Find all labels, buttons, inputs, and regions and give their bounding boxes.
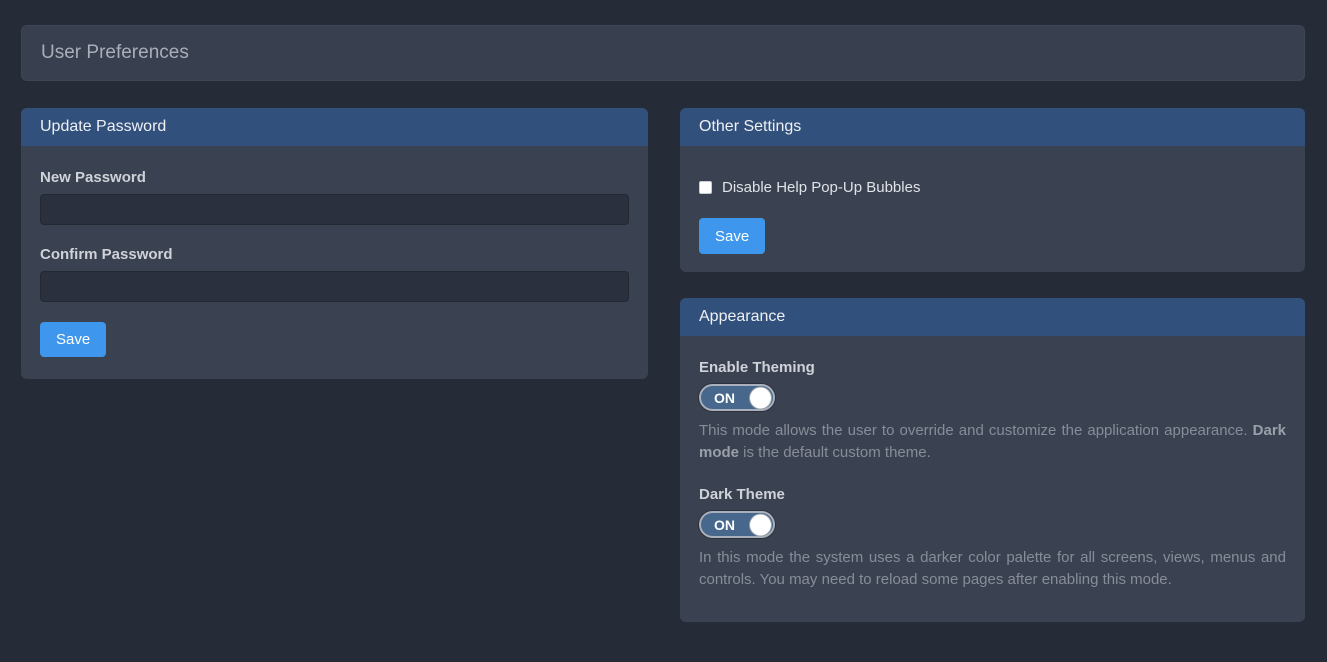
disable-help-popups-row[interactable]: Disable Help Pop-Up Bubbles [699,179,1286,196]
enable-theming-desc-part2: is the default custom theme. [739,444,931,461]
appearance-header: Appearance [680,298,1305,336]
confirm-password-label: Confirm Password [40,246,629,263]
new-password-label: New Password [40,169,629,186]
appearance-panel: Appearance Enable Theming ON This mode a… [680,298,1305,622]
new-password-input[interactable] [40,194,629,225]
other-settings-header: Other Settings [680,108,1305,146]
appearance-title: Appearance [699,308,785,326]
dark-theme-setting: Dark Theme ON In this mode the system us… [699,486,1286,591]
update-password-title: Update Password [40,118,166,136]
update-password-panel: Update Password New Password Confirm Pas… [21,108,648,379]
enable-theming-description: This mode allows the user to override an… [699,420,1286,464]
appearance-body: Enable Theming ON This mode allows the u… [680,336,1305,610]
other-settings-body: Disable Help Pop-Up Bubbles Save [680,146,1305,272]
content-columns: Update Password New Password Confirm Pas… [21,108,1305,622]
enable-theming-desc-part1: This mode allows the user to override an… [699,422,1253,439]
right-column: Other Settings Disable Help Pop-Up Bubbl… [680,108,1305,622]
update-password-save-button[interactable]: Save [40,322,106,357]
other-settings-save-button[interactable]: Save [699,218,765,254]
dark-theme-toggle[interactable]: ON [699,511,775,538]
disable-help-popups-checkbox[interactable] [699,181,712,194]
dark-theme-description: In this mode the system uses a darker co… [699,547,1286,591]
confirm-password-input[interactable] [40,271,629,302]
enable-theming-toggle[interactable]: ON [699,384,775,411]
enable-theming-label: Enable Theming [699,359,1286,376]
user-preferences-page: User Preferences Update Password New Pas… [0,0,1327,662]
update-password-header: Update Password [21,108,648,146]
new-password-group: New Password [40,169,629,225]
enable-theming-toggle-state: ON [714,390,735,406]
enable-theming-setting: Enable Theming ON This mode allows the u… [699,359,1286,464]
other-settings-panel: Other Settings Disable Help Pop-Up Bubbl… [680,108,1305,272]
dark-theme-label: Dark Theme [699,486,1286,503]
other-settings-title: Other Settings [699,118,801,136]
confirm-password-group: Confirm Password [40,246,629,302]
page-title: User Preferences [41,42,189,64]
dark-theme-toggle-knob[interactable] [750,514,771,535]
enable-theming-toggle-knob[interactable] [750,387,771,408]
page-header-bar: User Preferences [21,25,1305,81]
dark-theme-toggle-state: ON [714,517,735,533]
update-password-body: New Password Confirm Password Save [21,146,648,376]
left-column: Update Password New Password Confirm Pas… [21,108,648,379]
disable-help-popups-label: Disable Help Pop-Up Bubbles [722,179,920,196]
